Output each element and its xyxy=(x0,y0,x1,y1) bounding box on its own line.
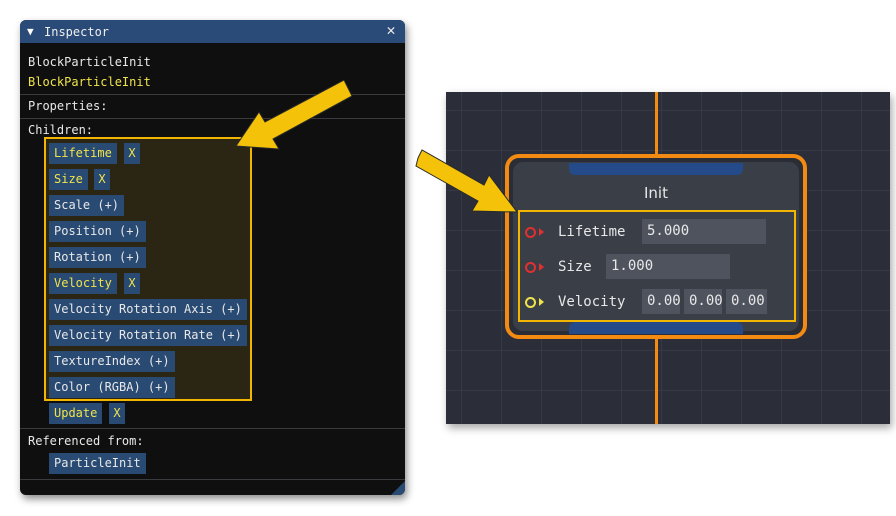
add-rotation-button[interactable]: Rotation (+) xyxy=(49,247,146,268)
child-size-button[interactable]: Size xyxy=(49,169,88,190)
remove-update-button[interactable]: X xyxy=(109,403,125,424)
velocity-x-field[interactable]: 0.00 xyxy=(642,289,680,314)
referenced-particleinit-button[interactable]: ParticleInit xyxy=(49,453,146,474)
divider xyxy=(20,428,405,429)
child-velocity-button[interactable]: Velocity xyxy=(49,273,117,294)
remove-size-button[interactable]: X xyxy=(94,169,110,190)
inspector-window: ▼ Inspector ✕ BlockParticleInit BlockPar… xyxy=(20,20,405,495)
remove-lifetime-button[interactable]: X xyxy=(124,143,140,164)
pin-label-size: Size xyxy=(558,259,592,275)
pin-arrow-icon xyxy=(539,228,544,236)
child-lifetime-button[interactable]: Lifetime xyxy=(49,143,117,164)
add-position-button[interactable]: Position (+) xyxy=(49,221,146,242)
add-color-rgba-button[interactable]: Color (RGBA) (+) xyxy=(49,377,175,398)
remove-velocity-button[interactable]: X xyxy=(124,273,140,294)
input-pin-icon[interactable] xyxy=(525,297,536,308)
node-graph-canvas[interactable]: Init Lifetime 5.000 Size 1.000 Velocity … xyxy=(446,92,890,424)
connection-wire-bottom xyxy=(655,339,658,424)
input-pin-icon[interactable] xyxy=(525,227,536,238)
size-value-field[interactable]: 1.000 xyxy=(606,254,730,279)
pin-label-lifetime: Lifetime xyxy=(558,224,626,240)
close-icon[interactable]: ✕ xyxy=(384,23,398,38)
connection-wire-top xyxy=(655,92,658,154)
properties-label: Properties: xyxy=(28,99,108,113)
add-velocity-rotation-rate-button[interactable]: Velocity Rotation Rate (+) xyxy=(49,325,247,346)
velocity-y-field[interactable]: 0.00 xyxy=(684,289,722,314)
window-title: Inspector xyxy=(44,24,110,39)
collapse-triangle-icon[interactable]: ▼ xyxy=(27,26,38,37)
children-label: Children: xyxy=(28,123,94,137)
node-output-port[interactable] xyxy=(569,322,743,334)
lifetime-value-field[interactable]: 5.000 xyxy=(642,219,766,244)
add-texture-index-button[interactable]: TextureIndex (+) xyxy=(49,351,175,372)
inspector-title-bar[interactable]: ▼ Inspector ✕ xyxy=(20,20,405,43)
referenced-from-label: Referenced from: xyxy=(28,434,144,448)
add-scale-button[interactable]: Scale (+) xyxy=(49,195,125,216)
pin-label-velocity: Velocity xyxy=(558,294,626,310)
node-input-port[interactable] xyxy=(569,163,743,175)
resize-grip-icon[interactable] xyxy=(391,481,405,495)
child-update-button[interactable]: Update xyxy=(49,403,103,424)
node-title: Init xyxy=(644,184,668,202)
object-name: BlockParticleInit xyxy=(28,55,151,69)
add-velocity-rotation-axis-button[interactable]: Velocity Rotation Axis (+) xyxy=(49,299,247,320)
pin-arrow-icon xyxy=(539,298,544,306)
divider xyxy=(20,479,405,480)
divider xyxy=(20,94,405,95)
pin-arrow-icon xyxy=(539,263,544,271)
velocity-z-field[interactable]: 0.00 xyxy=(726,289,767,314)
object-name-link[interactable]: BlockParticleInit xyxy=(28,75,151,89)
divider xyxy=(20,118,405,119)
input-pin-icon[interactable] xyxy=(525,262,536,273)
